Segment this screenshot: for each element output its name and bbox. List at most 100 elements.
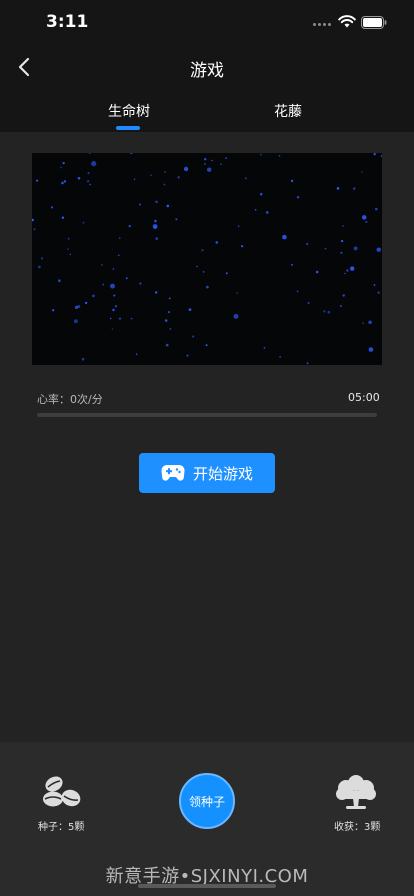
particle — [207, 167, 212, 172]
particle — [327, 310, 331, 314]
particle — [375, 207, 378, 211]
particle — [73, 319, 78, 324]
particle — [241, 245, 244, 248]
particle — [373, 153, 376, 156]
particle — [192, 335, 195, 338]
particle — [237, 225, 240, 227]
particle — [204, 158, 207, 161]
game-canvas[interactable] — [32, 153, 382, 365]
particle — [263, 347, 266, 349]
get-seed-button[interactable]: 领种子 — [179, 773, 235, 829]
particle — [67, 237, 70, 240]
particle — [188, 308, 192, 311]
particle — [368, 320, 372, 325]
tab-life-tree[interactable]: 生命树 — [108, 101, 150, 121]
particle — [260, 193, 263, 196]
particle — [186, 354, 189, 357]
particle — [278, 155, 281, 157]
particle — [339, 305, 342, 307]
particle — [260, 153, 262, 156]
particle — [115, 305, 117, 308]
particle — [60, 166, 62, 169]
particle — [118, 254, 120, 257]
particle — [365, 220, 368, 223]
particle — [87, 172, 90, 174]
particle — [61, 181, 64, 185]
particle — [290, 179, 294, 183]
particle — [84, 301, 88, 305]
particle — [139, 282, 142, 285]
particle — [282, 234, 287, 240]
particle — [377, 291, 380, 294]
particle — [220, 163, 222, 165]
particle — [69, 253, 71, 255]
particle — [205, 344, 208, 347]
particle — [63, 180, 67, 183]
particle — [167, 311, 171, 314]
particle — [233, 313, 239, 319]
particle — [130, 153, 133, 155]
particle — [340, 251, 343, 254]
particle — [380, 155, 382, 157]
particle — [324, 247, 327, 250]
particle — [165, 343, 169, 347]
tree-icon[interactable] — [334, 774, 378, 810]
particle — [163, 183, 166, 186]
particle — [32, 218, 34, 222]
particle — [154, 219, 157, 223]
particle — [109, 317, 112, 320]
particle — [306, 242, 309, 246]
particle — [150, 174, 152, 176]
heart-rate-label: 心率：0次/分 — [37, 393, 103, 406]
seeds-count-label: 种子：5颗 — [38, 822, 85, 833]
seeds-icon[interactable] — [40, 774, 82, 810]
particle — [353, 246, 358, 251]
particle — [113, 294, 116, 297]
particle — [196, 265, 198, 268]
particle — [155, 237, 159, 240]
particle — [166, 204, 170, 208]
particle — [362, 322, 364, 324]
particle — [361, 215, 367, 220]
particle — [206, 285, 209, 289]
particle — [340, 239, 344, 243]
particle — [376, 247, 381, 252]
particle — [342, 225, 344, 227]
particle — [306, 362, 309, 365]
countdown-timer: 05:00 — [348, 391, 380, 404]
tab-flower-vine[interactable]: 花藤 — [274, 101, 302, 121]
particle — [89, 183, 92, 186]
particle — [183, 166, 189, 172]
particle — [135, 353, 138, 355]
particle — [373, 284, 376, 286]
particle — [211, 159, 213, 162]
harvest-count-label: 收获：3颗 — [334, 822, 381, 833]
particle — [225, 272, 228, 275]
particle — [336, 187, 340, 190]
particle — [368, 347, 374, 352]
particle — [169, 328, 172, 330]
particle — [139, 203, 142, 206]
particle — [342, 294, 345, 297]
particle — [201, 249, 204, 252]
particle — [112, 268, 115, 270]
status-time: 3:11 — [46, 12, 89, 32]
start-game-button[interactable]: 开始游戏 — [139, 453, 275, 493]
wifi-icon — [338, 15, 356, 28]
active-tab-indicator — [116, 126, 140, 130]
particle — [130, 317, 133, 320]
particle — [38, 265, 41, 269]
particle — [296, 290, 299, 293]
particle — [361, 171, 363, 173]
particle — [175, 218, 178, 221]
particle — [111, 328, 114, 330]
particle — [58, 279, 61, 283]
particle — [86, 180, 90, 183]
particle — [254, 209, 257, 211]
particle-field — [32, 153, 382, 365]
bottom-panel: 种子：5颗 领种子 收获：3颗 新意手游•SJXINYI.COM — [0, 742, 414, 896]
particle — [128, 224, 131, 228]
particle — [50, 206, 53, 209]
particle — [225, 157, 228, 160]
particle — [52, 309, 55, 312]
